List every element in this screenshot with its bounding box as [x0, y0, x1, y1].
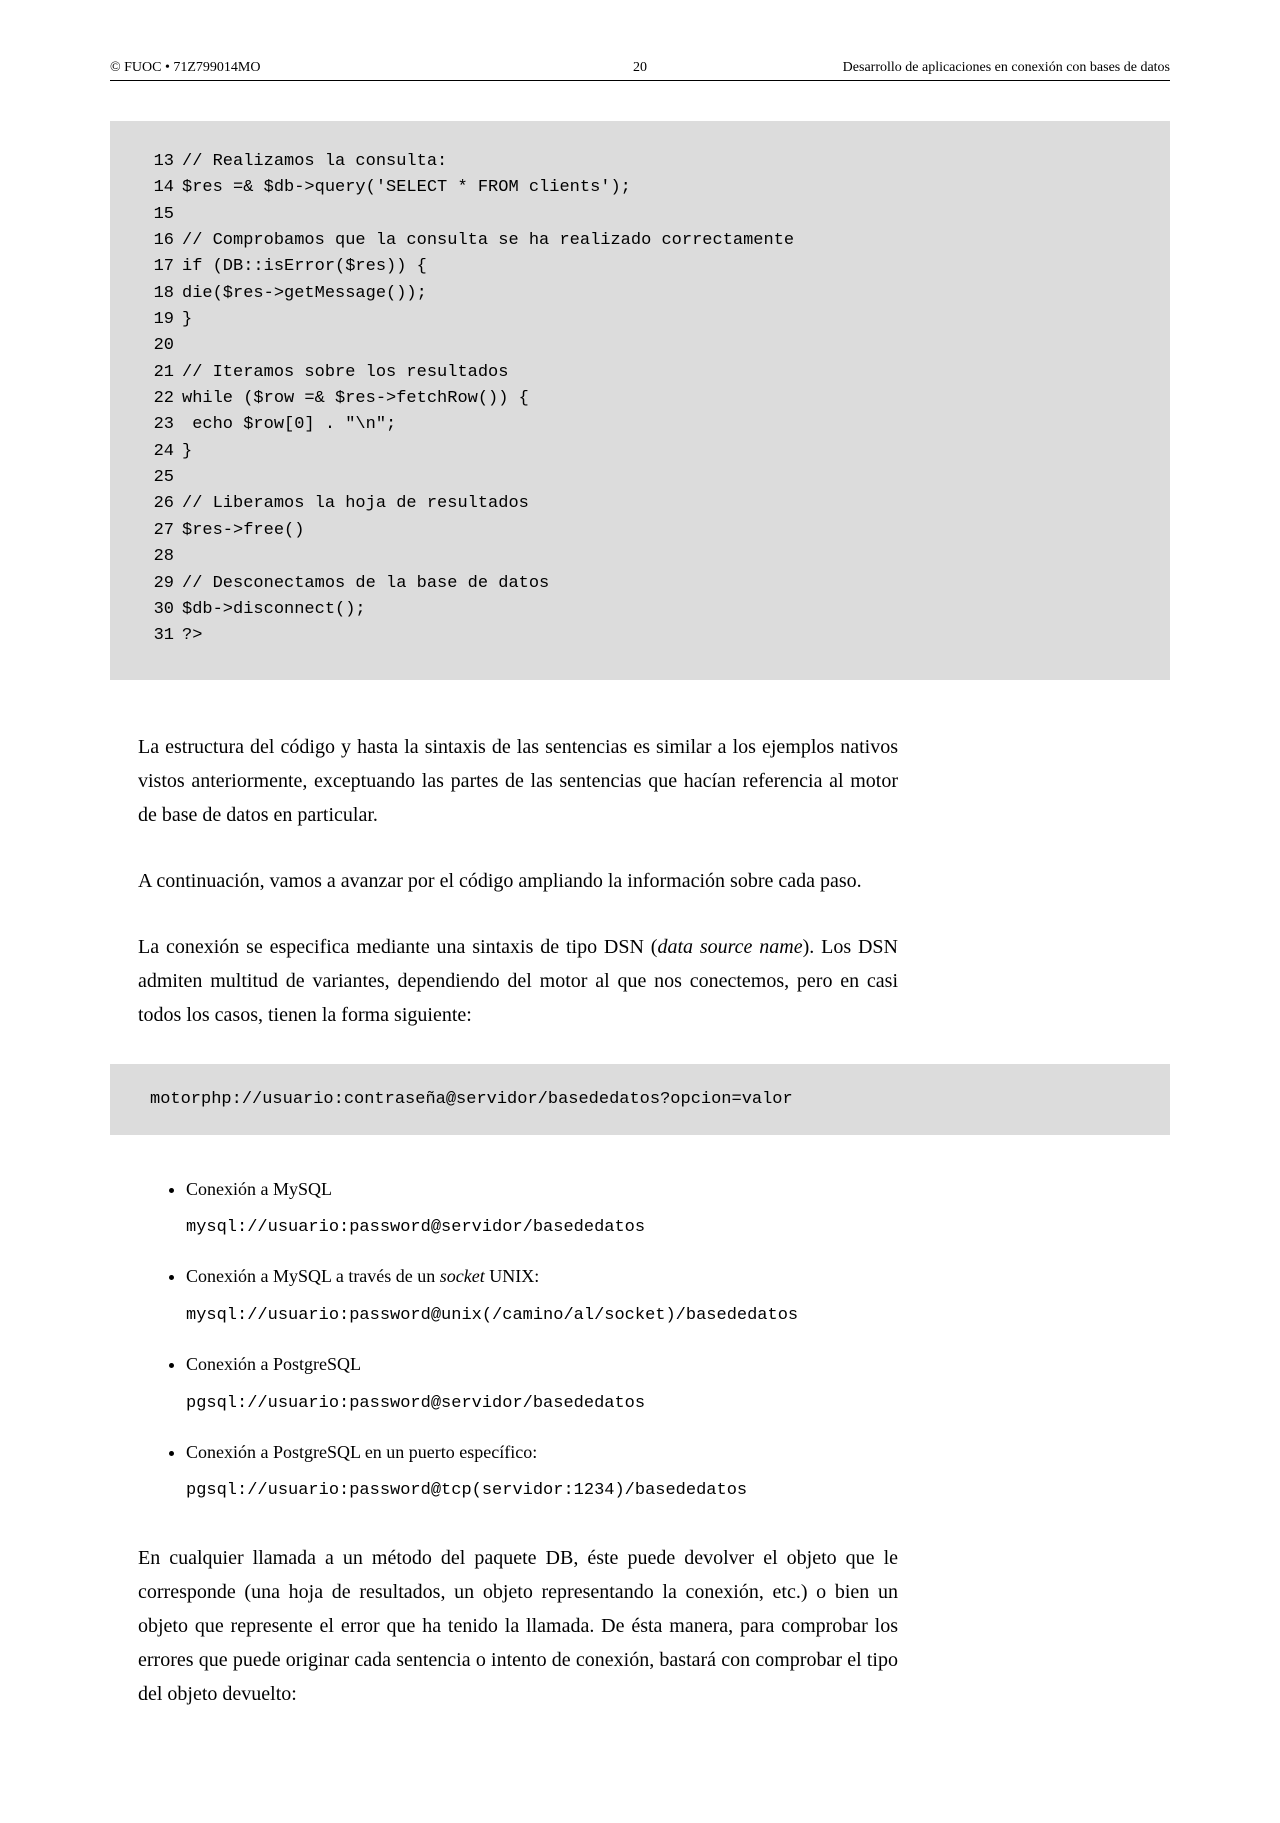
dsn-template-text: motorphp://usuario:contraseña@servidor/b…	[150, 1090, 793, 1109]
code-line: 26 // Liberamos la hoja de resultados	[140, 491, 1140, 517]
code-line: 18 die($res->getMessage());	[140, 281, 1140, 307]
code-text: die($res->getMessage());	[182, 281, 427, 307]
code-line: 13 // Realizamos la consulta:	[140, 149, 1140, 175]
list-item-label: Conexión a PostgreSQL	[186, 1350, 1170, 1380]
code-line: 25	[140, 465, 1140, 491]
header-copyright: © FUOC • 71Z799014MO	[110, 60, 261, 76]
code-text: // Desconectamos de la base de datos	[182, 571, 549, 597]
code-block-php: 13 // Realizamos la consulta: 14 $res =& $d…	[110, 121, 1170, 680]
code-text: $res =& $db->query('SELECT * FROM client…	[182, 175, 631, 201]
list-item-label: Conexión a PostgreSQL en un puerto espec…	[186, 1438, 1170, 1468]
list-item: Conexión a MySQL mysql://usuario:password…	[186, 1175, 1170, 1243]
paragraph: A continuación, vamos a avanzar por el c…	[138, 864, 898, 898]
header-title: Desarrollo de aplicaciones en conexión c…	[843, 60, 1170, 76]
italic-term: socket	[440, 1266, 485, 1286]
line-number: 20	[140, 333, 174, 359]
code-text: if (DB::isError($res)) {	[182, 254, 427, 280]
line-number: 18	[140, 281, 174, 307]
list-item: Conexión a PostgreSQL pgsql://usuario:pas…	[186, 1350, 1170, 1418]
list-item-code: mysql://usuario:password@servidor/basede…	[186, 1214, 1170, 1242]
code-line: 16 // Comprobamos que la consulta se ha r…	[140, 228, 1140, 254]
code-line: 29 // Desconectamos de la base de datos	[140, 571, 1140, 597]
code-line: 21 // Iteramos sobre los resultados	[140, 360, 1140, 386]
line-number: 22	[140, 386, 174, 412]
list-item-label: Conexión a MySQL	[186, 1175, 1170, 1205]
line-number: 26	[140, 491, 174, 517]
code-text: $db->disconnect();	[182, 597, 366, 623]
line-number: 15	[140, 202, 174, 228]
page-header: © FUOC • 71Z799014MO 20 Desarrollo de ap…	[110, 60, 1170, 81]
line-number: 24	[140, 439, 174, 465]
code-text: ?>	[182, 623, 202, 649]
line-number: 19	[140, 307, 174, 333]
dsn-examples-list: Conexión a MySQL mysql://usuario:password…	[138, 1175, 1170, 1506]
paragraph: En cualquier llamada a un método del paq…	[138, 1541, 898, 1711]
code-line: 30 $db->disconnect();	[140, 597, 1140, 623]
code-line: 23 echo $row[0] . "\n";	[140, 412, 1140, 438]
list-item: Conexión a PostgreSQL en un puerto espec…	[186, 1438, 1170, 1506]
code-line: 22 while ($row =& $res->fetchRow()) {	[140, 386, 1140, 412]
list-item: Conexión a MySQL a través de un socket U…	[186, 1262, 1170, 1330]
code-text: }	[182, 439, 192, 465]
code-text: echo $row[0] . "\n";	[182, 412, 396, 438]
code-text: // Realizamos la consulta:	[182, 149, 447, 175]
page-number: 20	[633, 60, 647, 76]
line-number: 13	[140, 149, 174, 175]
list-item-code: mysql://usuario:password@unix(/camino/al…	[186, 1302, 1170, 1330]
line-number: 29	[140, 571, 174, 597]
text-run: UNIX:	[485, 1266, 540, 1286]
body-text: La estructura del código y hasta la sint…	[138, 730, 898, 1032]
line-number: 21	[140, 360, 174, 386]
text-run: La conexión se especifica mediante una s…	[138, 936, 657, 958]
list-item-code: pgsql://usuario:password@servidor/basede…	[186, 1390, 1170, 1418]
line-number: 28	[140, 544, 174, 570]
code-text: }	[182, 307, 192, 333]
line-number: 31	[140, 623, 174, 649]
body-text: En cualquier llamada a un método del paq…	[138, 1541, 898, 1711]
code-line: 17 if (DB::isError($res)) {	[140, 254, 1140, 280]
code-text: while ($row =& $res->fetchRow()) {	[182, 386, 529, 412]
document-page: © FUOC • 71Z799014MO 20 Desarrollo de ap…	[0, 0, 1280, 1823]
code-line: 15	[140, 202, 1140, 228]
line-number: 17	[140, 254, 174, 280]
code-text: // Iteramos sobre los resultados	[182, 360, 508, 386]
list-item-label: Conexión a MySQL a través de un socket U…	[186, 1262, 1170, 1292]
line-number: 30	[140, 597, 174, 623]
line-number: 27	[140, 518, 174, 544]
paragraph: La estructura del código y hasta la sint…	[138, 730, 898, 832]
paragraph: La conexión se especifica mediante una s…	[138, 930, 898, 1032]
code-line: 14 $res =& $db->query('SELECT * FROM clie…	[140, 175, 1140, 201]
code-line: 27 $res->free()	[140, 518, 1140, 544]
line-number: 23	[140, 412, 174, 438]
code-line: 31 ?>	[140, 623, 1140, 649]
line-number: 16	[140, 228, 174, 254]
code-text: $res->free()	[182, 518, 304, 544]
line-number: 14	[140, 175, 174, 201]
code-line: 28	[140, 544, 1140, 570]
text-run: Conexión a MySQL a través de un	[186, 1266, 440, 1286]
code-line: 20	[140, 333, 1140, 359]
line-number: 25	[140, 465, 174, 491]
dsn-template-block: motorphp://usuario:contraseña@servidor/b…	[110, 1064, 1170, 1135]
code-line: 19}	[140, 307, 1140, 333]
code-line: 24}	[140, 439, 1140, 465]
code-text: // Liberamos la hoja de resultados	[182, 491, 529, 517]
code-text: // Comprobamos que la consulta se ha rea…	[182, 228, 794, 254]
italic-term: data source name	[657, 936, 802, 958]
list-item-code: pgsql://usuario:password@tcp(servidor:12…	[186, 1477, 1170, 1505]
